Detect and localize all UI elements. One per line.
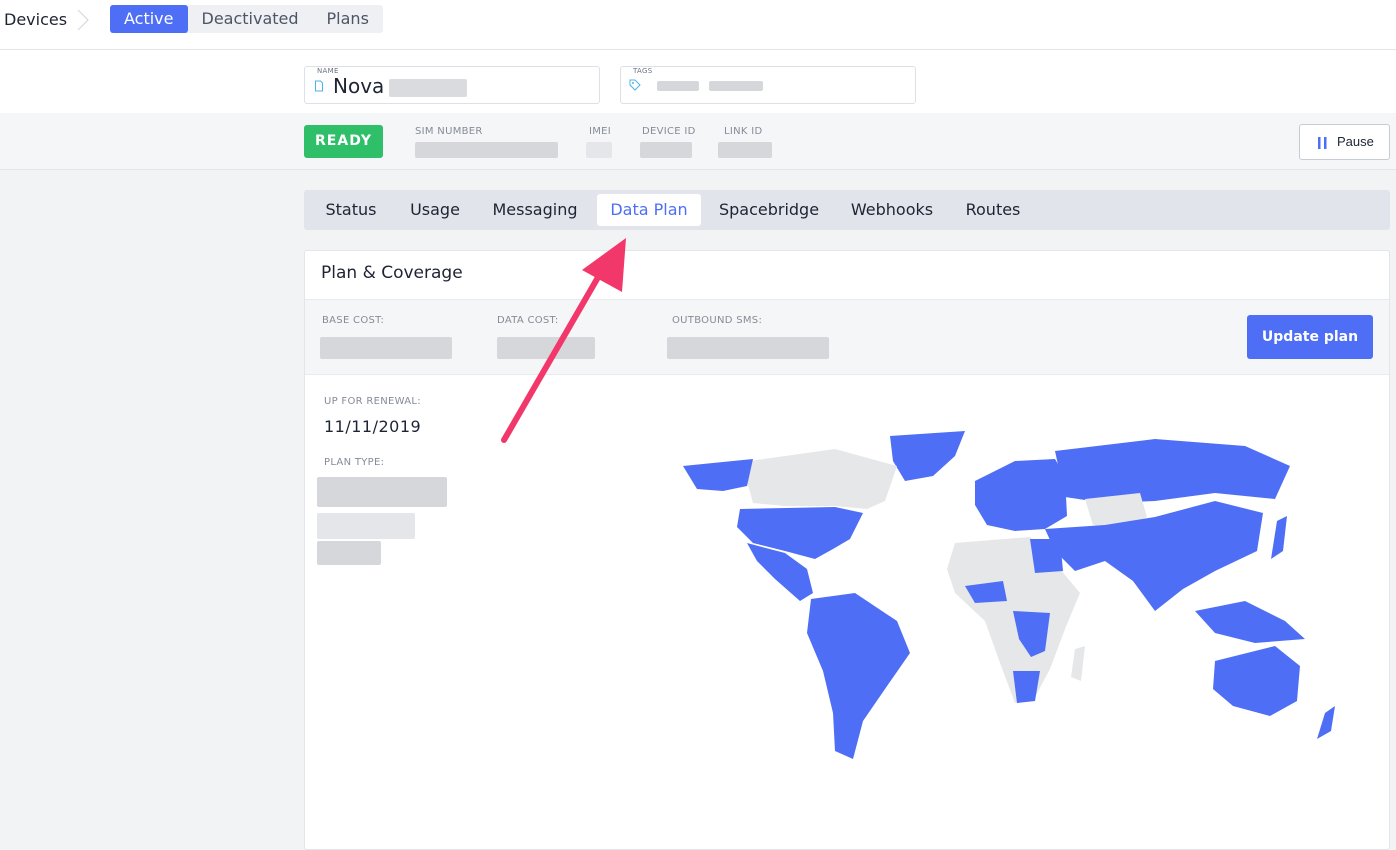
sim-number-label: SIM NUMBER [415, 126, 483, 137]
update-plan-button[interactable]: Update plan [1247, 315, 1373, 359]
map-southeast-asia [1195, 601, 1305, 643]
status-badge: READY [304, 125, 383, 158]
map-alaska [683, 459, 753, 491]
redacted-name [389, 79, 467, 97]
map-russia [1055, 439, 1290, 503]
device-tags-field[interactable]: TAGS [620, 66, 916, 104]
renewal-label: UP FOR RENEWAL: [324, 396, 421, 407]
map-new-zealand [1317, 706, 1335, 739]
chevron-right-icon [77, 9, 89, 31]
tab-status[interactable]: Status [314, 194, 388, 226]
tag-icon [629, 79, 641, 91]
tab-usage[interactable]: Usage [400, 194, 470, 226]
redacted-imei [586, 142, 612, 158]
map-egypt [1030, 539, 1063, 573]
tab-messaging[interactable]: Messaging [484, 194, 586, 226]
tab-active[interactable]: Active [110, 5, 188, 33]
tab-data-plan[interactable]: Data Plan [597, 194, 701, 226]
base-cost-label: BASE COST: [322, 315, 385, 326]
device-tab-bar: Status Usage Messaging Data Plan Spacebr… [304, 190, 1390, 230]
device-id-label: DEVICE ID [642, 126, 696, 137]
outbound-sms-label: OUTBOUND SMS: [672, 315, 763, 326]
coverage-world-map [683, 431, 1335, 759]
tab-webhooks[interactable]: Webhooks [840, 194, 944, 226]
breadcrumb-devices[interactable]: Devices [4, 9, 67, 31]
redacted-link-id [718, 142, 772, 158]
device-name-value: Nova [333, 74, 385, 98]
map-greenland [890, 431, 965, 481]
map-australia [1213, 646, 1300, 716]
imei-label: IMEI [589, 126, 612, 137]
map-south-america [807, 593, 910, 759]
redacted-tag-2 [709, 81, 763, 91]
device-header: NAME Nova TAGS [0, 50, 1396, 113]
redacted-base-cost [320, 337, 452, 359]
redacted-tag-1 [657, 81, 699, 91]
map-madagascar [1071, 646, 1085, 681]
redacted-sms [667, 337, 829, 359]
redacted-plan-type-3 [317, 541, 381, 565]
redacted-sim [415, 142, 558, 158]
annotation-arrow [501, 238, 626, 443]
pause-label: Pause [1337, 134, 1374, 149]
device-name-field[interactable]: NAME Nova [304, 66, 600, 104]
map-south-africa [1013, 671, 1040, 703]
tab-routes[interactable]: Routes [956, 194, 1030, 226]
tab-plans[interactable]: Plans [313, 5, 383, 33]
redacted-plan-type-2 [317, 513, 415, 539]
link-id-label: LINK ID [724, 126, 763, 137]
cost-strip: BASE COST: DATA COST: OUTBOUND SMS: Upda… [305, 299, 1389, 375]
plan-coverage-card: Plan & Coverage BASE COST: DATA COST: OU… [304, 250, 1390, 850]
map-canada [747, 449, 897, 509]
card-title: Plan & Coverage [321, 263, 463, 283]
redacted-device-id [640, 142, 692, 158]
device-icon [315, 80, 323, 92]
pause-button[interactable]: Pause [1299, 124, 1390, 160]
top-nav: Devices Active Deactivated Plans [0, 0, 1396, 50]
device-meta-bar: READY SIM NUMBER IMEI DEVICE ID LINK ID … [0, 113, 1396, 170]
renewal-date: 11/11/2019 [324, 417, 422, 436]
device-status-tabs: Active Deactivated Plans [110, 5, 383, 33]
pause-icon [1318, 137, 1327, 149]
tags-label: TAGS [633, 67, 653, 75]
plan-type-label: PLAN TYPE: [324, 457, 385, 468]
map-japan [1271, 516, 1287, 559]
tab-deactivated[interactable]: Deactivated [188, 5, 313, 33]
redacted-plan-type-1 [317, 477, 447, 507]
map-europe [975, 459, 1067, 531]
tab-spacebridge[interactable]: Spacebridge [711, 194, 827, 226]
